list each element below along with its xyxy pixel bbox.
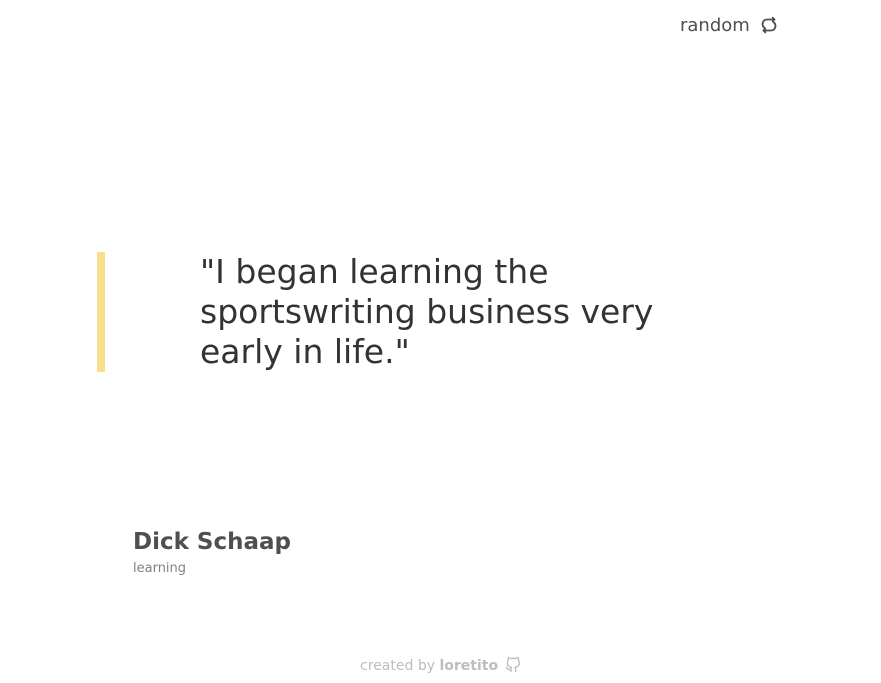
author-button[interactable]: Dick Schaap learning bbox=[133, 527, 291, 577]
creator-name: loretito bbox=[439, 658, 499, 674]
author-name: Dick Schaap bbox=[133, 529, 291, 555]
random-button[interactable]: random bbox=[680, 10, 780, 40]
github-icon bbox=[505, 656, 521, 673]
creator-link[interactable]: loretito bbox=[439, 656, 521, 674]
random-label: random bbox=[680, 14, 750, 36]
quote-text: "I began learning the sportswriting busi… bbox=[200, 252, 654, 371]
quote-accent-bar bbox=[97, 252, 105, 372]
footer-prefix: created by bbox=[360, 658, 435, 674]
footer: created by loretito bbox=[0, 656, 881, 674]
refresh-icon bbox=[758, 14, 780, 36]
author-genre: learning bbox=[133, 561, 187, 576]
page: random "I began learning the sportswriti… bbox=[0, 0, 881, 683]
